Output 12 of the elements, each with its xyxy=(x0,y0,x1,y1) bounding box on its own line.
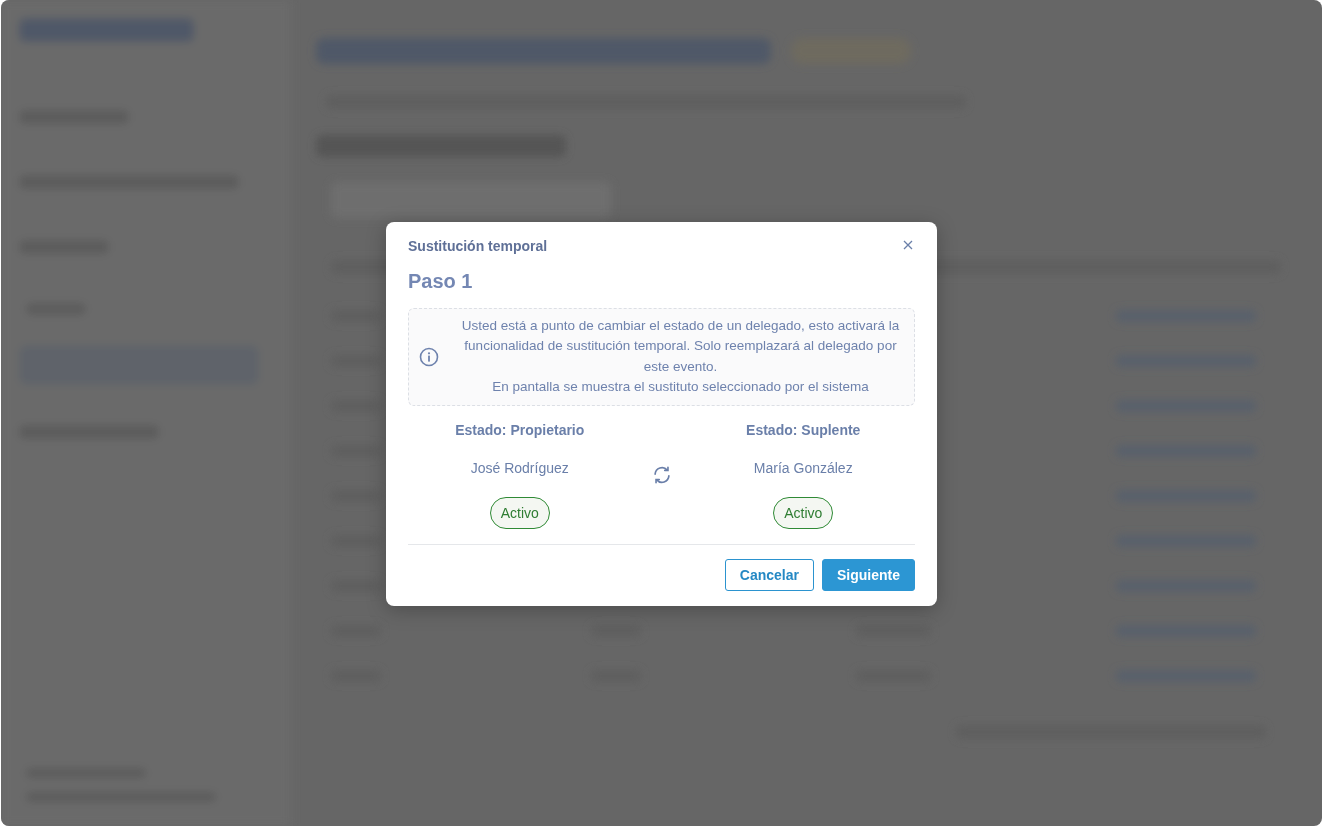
info-text: Usted está a punto de cambiar el estado de un delegado, esto activará la funcionalidad de sustitución temporal. Solo reemplazará al delegado por este evento. En pantalla se muestra el sustituto seleccionado por el sistema xyxy=(460,316,901,396)
dialog-title: Sustitución temporal xyxy=(408,237,548,254)
person-name: José Rodríguez xyxy=(470,459,569,476)
person-name: María González xyxy=(753,459,853,476)
status-badge: Activo xyxy=(773,496,834,529)
status-heading: Estado: Propietario xyxy=(455,421,585,438)
status-heading: Estado: Suplente xyxy=(746,421,861,438)
next-button[interactable]: Siguiente xyxy=(822,558,915,591)
status-badge: Activo xyxy=(489,496,550,529)
cancel-button[interactable]: Cancelar xyxy=(724,558,814,591)
step-heading: Paso 1 xyxy=(408,269,474,293)
info-icon xyxy=(419,346,439,367)
